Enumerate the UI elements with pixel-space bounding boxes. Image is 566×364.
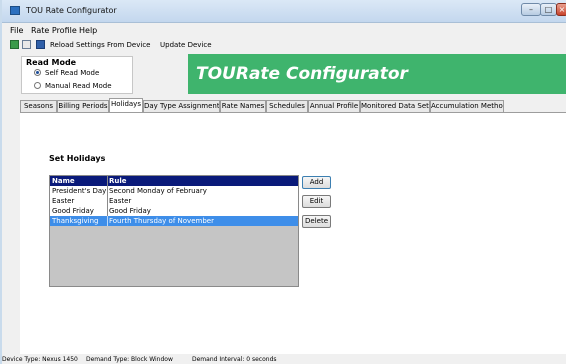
tab-monitored-data-sets[interactable]: Monitored Data Sets [360, 100, 430, 112]
app-window: TOU Rate Configurator – □ × File Rate Pr… [2, 0, 566, 364]
table-row[interactable]: Good Friday Good Friday [50, 206, 298, 216]
tab-day-type-assignment[interactable]: Day Type Assignment [143, 100, 220, 112]
holiday-rule: Fourth Thursday of November [109, 217, 214, 225]
holiday-rule: Good Friday [109, 207, 151, 215]
save-icon[interactable] [36, 40, 45, 49]
toolbar: Reload Settings From Device Update Devic… [2, 38, 566, 52]
minimize-button[interactable]: – [521, 3, 541, 16]
delete-button[interactable]: Delete [302, 215, 331, 228]
demand-interval-status: Demand Interval: 0 seconds [192, 356, 277, 363]
demand-type-status: Demand Type: Block Window [86, 356, 173, 363]
close-button[interactable]: × [556, 3, 566, 16]
new-file-icon[interactable] [10, 40, 19, 49]
holiday-rule: Easter [109, 197, 132, 205]
self-read-mode-option[interactable]: Self Read Mode [34, 69, 99, 77]
tab-rate-names[interactable]: Rate Names [220, 100, 266, 112]
tab-billing-periods[interactable]: Billing Periods [57, 100, 109, 112]
manual-read-mode-option[interactable]: Manual Read Mode [34, 82, 112, 90]
manual-read-mode-label: Manual Read Mode [45, 82, 112, 90]
column-header-rule[interactable]: Rule [109, 176, 297, 186]
column-header-name[interactable]: Name [52, 176, 106, 186]
radio-selected-icon[interactable] [34, 69, 41, 76]
edit-button[interactable]: Edit [302, 195, 331, 208]
holiday-name: Good Friday [52, 207, 94, 215]
radio-unselected-icon[interactable] [34, 82, 41, 89]
tab-annual-profile[interactable]: Annual Profile [308, 100, 360, 112]
table-row[interactable]: President's Day Second Monday of Februar… [50, 186, 298, 196]
tab-holidays[interactable]: Holidays [109, 98, 143, 113]
table-row-selected[interactable]: Thanksgiving Fourth Thursday of November [50, 216, 298, 226]
holiday-name: Easter [52, 197, 75, 205]
read-mode-group: Read Mode Self Read Mode Manual Read Mod… [21, 56, 133, 94]
status-bar: Device Type: Nexus 1450 Demand Type: Blo… [2, 355, 566, 364]
table-row[interactable]: Easter Easter [50, 196, 298, 206]
tab-seasons[interactable]: Seasons [20, 100, 57, 112]
tab-schedules[interactable]: Schedules [266, 100, 308, 112]
holiday-rule: Second Monday of February [109, 187, 207, 195]
header-banner: TOURate Configurator [188, 54, 566, 94]
self-read-mode-label: Self Read Mode [45, 69, 100, 77]
menu-help[interactable]: Help [79, 26, 97, 35]
update-device-button[interactable]: Update Device [160, 41, 212, 49]
read-mode-title: Read Mode [26, 58, 77, 67]
banner-title: TOURate Configurator [196, 64, 408, 84]
reload-settings-button[interactable]: Reload Settings From Device [50, 41, 151, 49]
holidays-panel: Set Holidays Name Rule President's Day S… [20, 112, 566, 354]
grid-header-row: Name Rule [50, 176, 298, 186]
menu-file[interactable]: File [10, 26, 23, 35]
tab-accumulation-method[interactable]: Accumulation Method [430, 100, 504, 112]
set-holidays-heading: Set Holidays [49, 154, 106, 163]
add-button[interactable]: Add [302, 176, 331, 189]
maximize-button[interactable]: □ [540, 3, 557, 16]
title-bar[interactable]: TOU Rate Configurator – □ × [2, 0, 566, 23]
open-file-icon[interactable] [22, 40, 31, 49]
window-title: TOU Rate Configurator [26, 6, 117, 15]
menu-bar: File Rate Profile Help [2, 24, 566, 38]
menu-rate-profile[interactable]: Rate Profile [31, 26, 77, 35]
holiday-name: Thanksgiving [52, 217, 99, 225]
holiday-name: President's Day [52, 187, 106, 195]
app-icon [10, 6, 20, 15]
holidays-grid[interactable]: Name Rule President's Day Second Monday … [49, 175, 299, 287]
device-type-status: Device Type: Nexus 1450 [2, 356, 78, 363]
